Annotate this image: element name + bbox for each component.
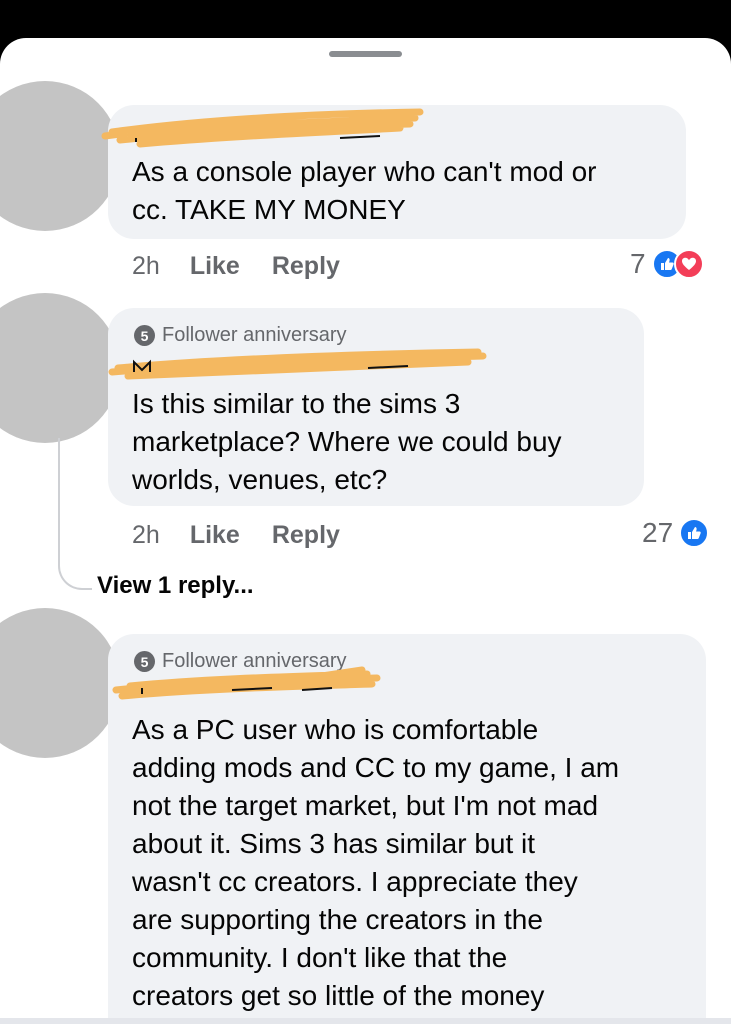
bottom-divider <box>0 1018 731 1024</box>
like-button[interactable]: Like <box>190 252 240 281</box>
reaction-summary[interactable]: 27 <box>642 517 710 549</box>
reply-button[interactable]: Reply <box>272 252 340 281</box>
view-replies-link[interactable]: View 1 reply... <box>97 572 254 600</box>
redacted-author-name <box>112 666 381 700</box>
reaction-summary[interactable]: 7 <box>630 248 704 280</box>
comment-actions: 2h Like Reply <box>132 252 372 281</box>
follower-anniversary-badge: 5 Follower anniversary <box>134 324 347 347</box>
thumbs-up-icon <box>679 518 710 548</box>
redacted-author-name <box>101 108 424 148</box>
reaction-count: 7 <box>630 248 646 279</box>
reply-thread-line <box>58 438 92 590</box>
comment-time: 2h <box>132 521 160 549</box>
comments-sheet: As a console player who can't mod or cc.… <box>0 38 731 1024</box>
reply-button[interactable]: Reply <box>272 521 340 550</box>
avatar[interactable] <box>0 81 120 231</box>
anniversary-number-icon: 5 <box>134 325 155 346</box>
avatar[interactable] <box>0 608 120 758</box>
heart-icon <box>673 249 704 279</box>
badge-label: Follower anniversary <box>162 324 347 346</box>
sheet-drag-handle[interactable] <box>329 51 402 57</box>
avatar[interactable] <box>0 293 120 443</box>
comment-actions: 2h Like Reply <box>132 521 372 550</box>
redacted-author-name <box>108 348 487 380</box>
comment-text: As a console player who can't mod or cc.… <box>132 156 597 225</box>
comment-time: 2h <box>132 252 160 280</box>
comment-text: As a PC user who is comfortable adding m… <box>132 714 620 1011</box>
like-button[interactable]: Like <box>190 521 240 550</box>
reaction-count: 27 <box>642 517 674 548</box>
comment-text: Is this similar to the sims 3 marketplac… <box>132 388 562 495</box>
